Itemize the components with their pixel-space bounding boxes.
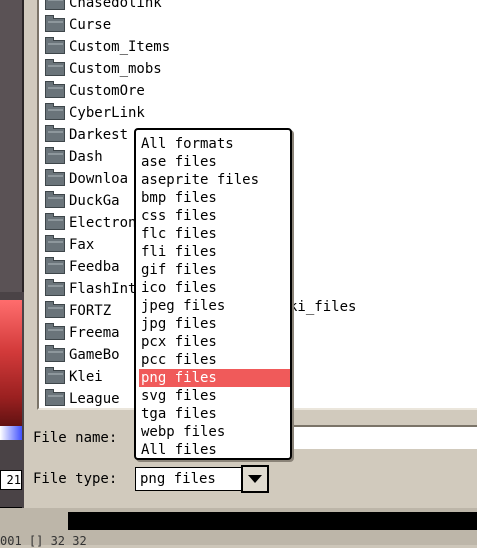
file-type-option[interactable]: pcx files xyxy=(139,333,290,351)
file-type-option[interactable]: pcc files xyxy=(139,351,290,369)
folder-icon xyxy=(45,15,65,32)
folder-icon xyxy=(45,81,65,98)
folder-icon xyxy=(45,323,65,340)
file-type-option[interactable]: bmp files xyxy=(139,189,290,207)
editor-canvas-edge xyxy=(0,0,24,292)
value-field[interactable]: 21 xyxy=(0,470,22,490)
folder-icon xyxy=(45,0,65,10)
file-type-option[interactable]: jpg files xyxy=(139,315,290,333)
folder-name: Downloa xyxy=(69,171,129,187)
folder-name: Klei xyxy=(69,369,103,385)
folder-icon xyxy=(45,59,65,76)
folder-name: CyberLink xyxy=(69,105,145,121)
folder-icon xyxy=(45,169,65,186)
folder-name: Curse xyxy=(69,17,112,33)
file-type-option[interactable]: All formats xyxy=(139,135,290,153)
file-type-option[interactable]: jpeg files xyxy=(139,297,290,315)
folder-name: FORTZ xyxy=(69,303,112,319)
progress-bar xyxy=(68,512,477,530)
folder-name: GameBo xyxy=(69,347,120,363)
folder-icon xyxy=(45,147,65,164)
folder-name: CustomOre xyxy=(69,83,145,99)
partial-file-text: ki_files xyxy=(289,299,357,315)
folder-name: Freema xyxy=(69,325,120,341)
folder-name: League xyxy=(69,391,120,407)
folder-name: Chasedolink xyxy=(69,0,162,11)
folder-name: FlashInt xyxy=(69,281,137,297)
status-text: 001 [] 32 32 xyxy=(0,534,87,548)
folder-icon xyxy=(45,235,65,252)
file-type-option[interactable]: ase files xyxy=(139,153,290,171)
file-type-option[interactable]: png files xyxy=(139,369,290,387)
folder-icon xyxy=(45,125,65,142)
folder-icon xyxy=(45,257,65,274)
chevron-down-icon xyxy=(248,475,262,483)
file-type-dropdown[interactable]: All formats ase files aseprite files bmp fi… xyxy=(134,128,292,460)
file-type-option[interactable]: gif files xyxy=(139,261,290,279)
folder-icon xyxy=(45,213,65,230)
file-type-option[interactable]: ico files xyxy=(139,279,290,297)
folder-icon xyxy=(45,301,65,318)
file-type-option[interactable]: All files xyxy=(139,441,290,459)
folder-name: Custom_Items xyxy=(69,39,171,55)
file-type-option[interactable]: fli files xyxy=(139,243,290,261)
folder-name: Dash xyxy=(69,149,103,165)
file-type-label: File type: xyxy=(33,471,118,487)
file-type-option[interactable]: css files xyxy=(139,207,290,225)
color-palette[interactable] xyxy=(0,300,22,430)
folder-name: Electron xyxy=(69,215,137,231)
file-type-option[interactable]: aseprite files xyxy=(139,171,290,189)
file-type-option[interactable]: tga files xyxy=(139,405,290,423)
editor-left-strip: 21 xyxy=(0,0,24,545)
folder-icon xyxy=(45,103,65,120)
folder-icon xyxy=(45,37,65,54)
folder-icon xyxy=(45,367,65,384)
folder-icon xyxy=(45,191,65,208)
status-bar: 001 [] 32 32 xyxy=(0,508,477,548)
folder-icon xyxy=(45,279,65,296)
folder-icon xyxy=(45,345,65,362)
file-type-option[interactable]: flc files xyxy=(139,225,290,243)
folder-name: Custom_mobs xyxy=(69,61,162,77)
folder-name: DuckGa xyxy=(69,193,120,209)
folder-name: Feedba xyxy=(69,259,120,275)
file-type-option[interactable]: svg files xyxy=(139,387,290,405)
folder-name: Darkest xyxy=(69,127,129,143)
hue-slider[interactable] xyxy=(0,426,22,440)
folder-icon xyxy=(45,389,65,406)
file-name-input[interactable] xyxy=(292,425,477,449)
file-type-dropdown-button[interactable] xyxy=(241,465,269,493)
file-name-label: File name: xyxy=(33,430,118,446)
folder-name: Fax xyxy=(69,237,95,253)
file-type-option[interactable]: webp files xyxy=(139,423,290,441)
